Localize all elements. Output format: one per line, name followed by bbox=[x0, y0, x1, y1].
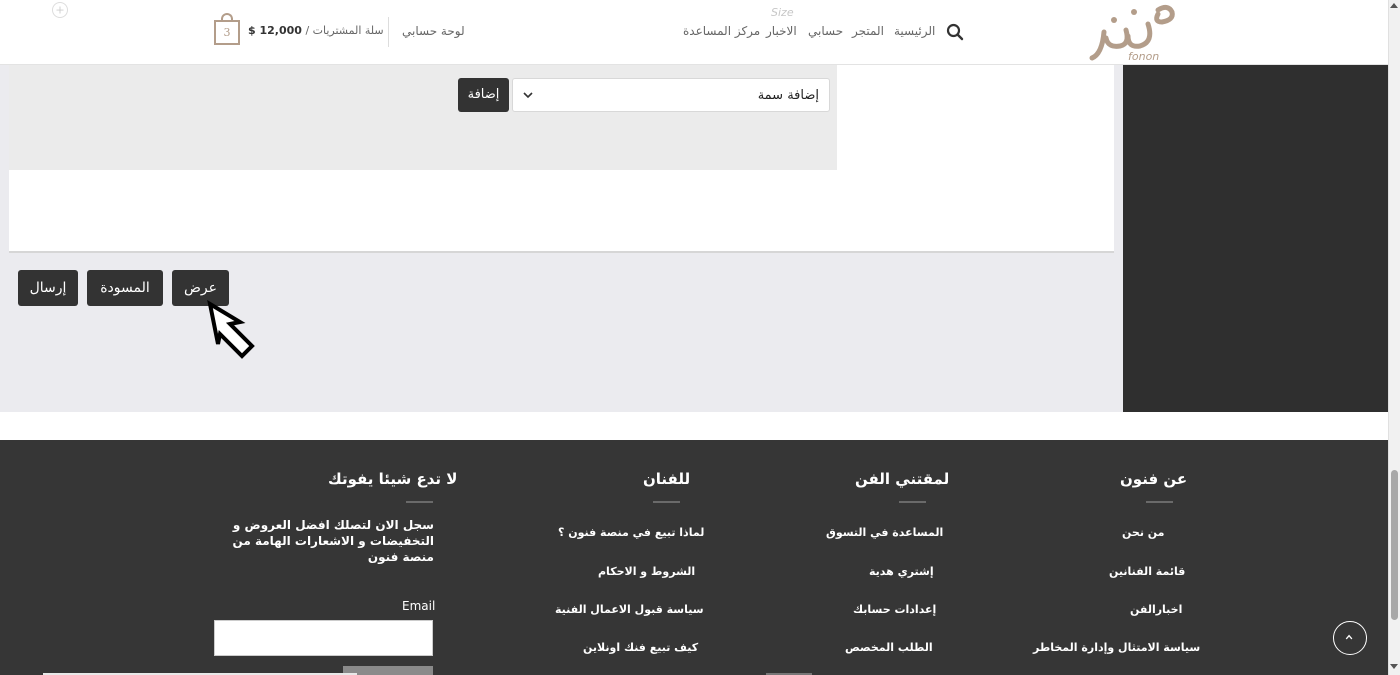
attribute-select-value: إضافة سمة bbox=[757, 88, 819, 103]
cart-summary[interactable]: سلة المشتريات / 12,000 $ bbox=[248, 24, 384, 37]
cart-label: سلة المشتريات / bbox=[305, 24, 384, 37]
logo-subtext: fonon bbox=[1128, 50, 1160, 63]
nav-account[interactable]: حسابي bbox=[808, 24, 843, 38]
scroll-up-arrow-icon[interactable] bbox=[1390, 3, 1398, 8]
chevron-down-icon bbox=[523, 92, 533, 99]
nav-home[interactable]: الرئيسية bbox=[894, 24, 935, 38]
footer-newsletter-divider bbox=[406, 501, 433, 503]
nav-store[interactable]: المتجر bbox=[852, 24, 884, 38]
footer-link-terms[interactable]: الشروط و الاحكام bbox=[598, 565, 695, 578]
cart-total: 12,000 $ bbox=[248, 24, 302, 37]
footer-link-account-settings[interactable]: إعدادات حسابك bbox=[853, 603, 936, 616]
footer-artists-title: للفنان bbox=[643, 470, 691, 488]
site-footer: عن فنون من نحن قائمة الفنانين اخبارالفن … bbox=[0, 440, 1388, 675]
site-header: Size fonon الرئيسية المتجر حسابي الاخبار… bbox=[0, 0, 1388, 65]
footer-link-artwork-policy[interactable]: سياسة قبول الاعمال الفنية bbox=[555, 603, 704, 616]
pointer-arrow-icon bbox=[207, 300, 255, 359]
footer-link-art-news[interactable]: اخبارالفن bbox=[1130, 603, 1182, 616]
footer-about-title: عن فنون bbox=[1120, 470, 1188, 488]
chevron-up-icon bbox=[1345, 634, 1353, 640]
footer-link-compliance[interactable]: سياسة الامتثال وإدارة المخاطر bbox=[1033, 641, 1200, 654]
attribute-select[interactable]: إضافة سمة bbox=[512, 78, 830, 112]
footer-collectors-divider bbox=[899, 501, 926, 503]
footer-link-custom-order[interactable]: الطلب المخصص bbox=[845, 641, 933, 654]
scrollbar-thumb[interactable] bbox=[1391, 470, 1398, 620]
footer-link-buy-gift[interactable]: إشتري هدية bbox=[869, 565, 934, 578]
submit-button[interactable]: إرسال bbox=[18, 270, 78, 306]
footer-about-divider bbox=[1146, 501, 1173, 503]
footer-newsletter-title: لا تدع شيئا يفوتك bbox=[328, 470, 458, 488]
footer-collectors-title: لمقتني الفن bbox=[855, 470, 950, 488]
footer-link-sell-online[interactable]: كيف تبيع فنك اونلاين bbox=[583, 641, 698, 654]
footer-artists-divider bbox=[653, 501, 680, 503]
add-attribute-button[interactable]: إضافة bbox=[458, 78, 509, 112]
footer-link-why-sell[interactable]: لماذا تبيع في منصة فنون ؟ bbox=[558, 526, 704, 539]
nav-news[interactable]: الاخبار bbox=[766, 24, 797, 38]
cart-count-badge[interactable]: 3 bbox=[214, 20, 240, 45]
email-field[interactable] bbox=[214, 620, 433, 656]
size-hint: Size bbox=[771, 6, 794, 19]
dashboard-link[interactable]: لوحة حسابي bbox=[402, 24, 465, 38]
search-icon[interactable] bbox=[946, 23, 964, 41]
draft-button[interactable]: المسودة bbox=[87, 270, 163, 306]
email-label: Email bbox=[402, 599, 436, 613]
footer-link-artists-list[interactable]: قائمة الفنانين bbox=[1109, 565, 1185, 578]
footer-link-about-us[interactable]: من نحن bbox=[1122, 526, 1165, 539]
scroll-to-top-button[interactable] bbox=[1333, 621, 1367, 655]
nav-help-center[interactable]: مركز المساعدة bbox=[683, 24, 760, 38]
content-bottom-band bbox=[0, 412, 1388, 440]
header-divider bbox=[388, 17, 389, 47]
add-circle-icon[interactable] bbox=[52, 2, 68, 18]
footer-newsletter-text: سجل الان لتصلك افضل العروض و التخفيضات و… bbox=[232, 518, 434, 564]
scroll-down-arrow-icon[interactable] bbox=[1390, 664, 1398, 669]
footer-link-shopping-help[interactable]: المساعدة في التسوق bbox=[826, 526, 943, 539]
